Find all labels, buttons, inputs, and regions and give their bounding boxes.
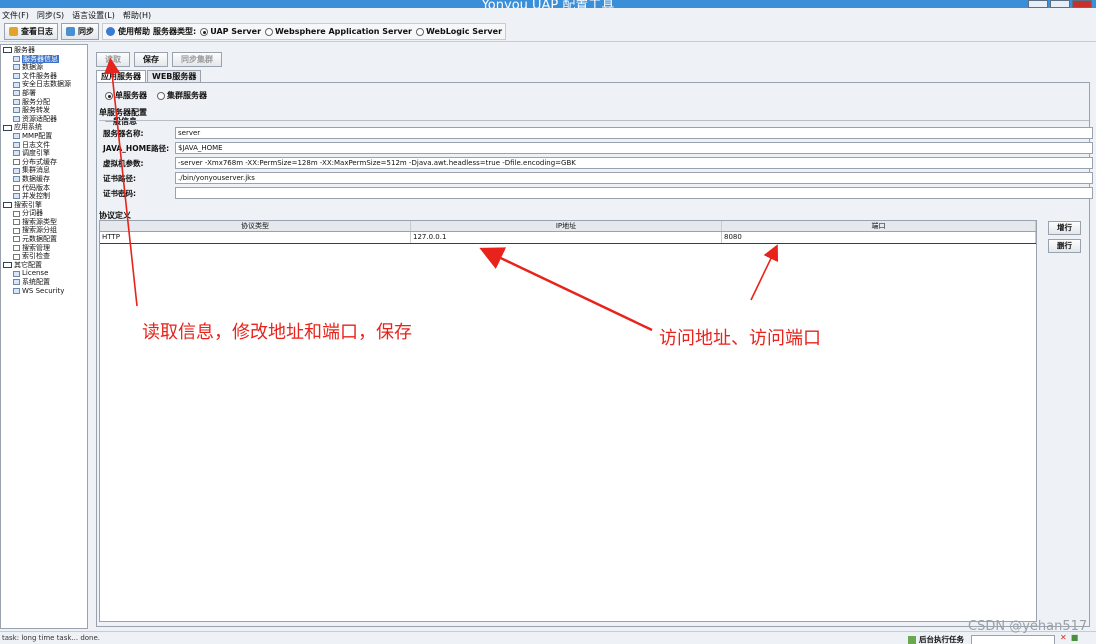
log-icon[interactable]: ■ bbox=[1071, 633, 1079, 642]
arrow-to-read-button bbox=[104, 57, 138, 307]
status-text: task: long time task... done. bbox=[2, 634, 101, 642]
annotation-left: 读取信息，修改地址和端口，保存 bbox=[142, 322, 412, 343]
annotation-right: 访问地址、访问端口 bbox=[659, 328, 821, 349]
arrow-to-port bbox=[750, 244, 779, 301]
task-progress-field bbox=[971, 634, 1055, 644]
status-bar: task: long time task... done. 后台执行任务 ✕ ■ bbox=[0, 631, 1096, 644]
background-task: 后台执行任务 bbox=[908, 634, 1055, 644]
task-icon bbox=[908, 635, 916, 644]
arrow-to-ip-address bbox=[479, 247, 653, 332]
cancel-icon[interactable]: ✕ bbox=[1060, 633, 1067, 642]
watermark: CSDN @yehan517 bbox=[968, 619, 1088, 634]
